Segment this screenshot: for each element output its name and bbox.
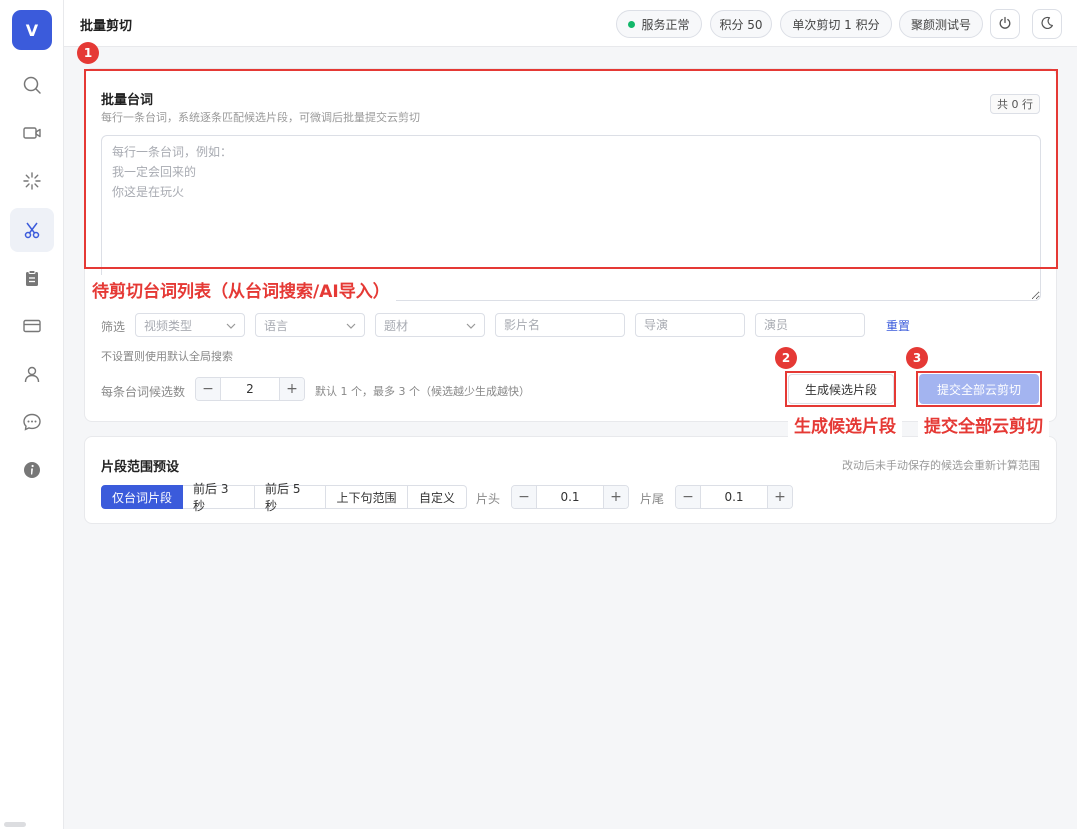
- head-value[interactable]: 0.1: [536, 486, 604, 508]
- head-stepper[interactable]: − 0.1 +: [511, 485, 629, 509]
- theme-toggle-button[interactable]: [1032, 9, 1062, 39]
- sidebar-scrollbar[interactable]: [4, 822, 26, 827]
- app-logo[interactable]: V: [12, 10, 52, 50]
- top-header: 批量剪切 服务正常 积分 50 单次剪切 1 积分 聚颜测试号: [64, 0, 1077, 47]
- candidates-label: 每条台词候选数: [101, 385, 186, 399]
- service-status-text: 服务正常: [641, 17, 690, 32]
- preset-option-3s[interactable]: 前后 3 秒: [183, 482, 255, 513]
- tail-label: 片尾: [640, 492, 665, 506]
- decrement-button[interactable]: −: [196, 378, 220, 400]
- candidates-value[interactable]: 2: [220, 378, 280, 400]
- preset-option-custom[interactable]: 自定义: [408, 485, 467, 509]
- search-icon[interactable]: [10, 63, 54, 107]
- annotation-badge-1: 1: [77, 42, 99, 64]
- range-preset-title: 片段范围预设: [101, 460, 180, 475]
- reset-button[interactable]: 重置: [886, 317, 910, 334]
- filter-note: 不设置则使用默认全局搜索: [101, 350, 233, 363]
- preset-option-adjacent-lines[interactable]: 上下句范围: [326, 485, 408, 509]
- annotation-label-3: 提交全部云剪切: [918, 410, 1049, 439]
- range-preset-card: 片段范围预设 改动后未手动保存的候选会重新计算范围 仅台词片段 前后 3 秒 前…: [84, 436, 1057, 524]
- chevron-down-icon: [346, 318, 356, 332]
- tail-value[interactable]: 0.1: [700, 486, 768, 508]
- cost-badge: 单次剪切 1 积分: [780, 10, 892, 38]
- logout-button[interactable]: [990, 9, 1020, 39]
- tail-stepper[interactable]: − 0.1 +: [675, 485, 793, 509]
- batch-lines-card: 批量台词 每行一条台词，系统逐条匹配候选片段，可微调后批量提交云剪切 共 0 行…: [84, 68, 1057, 422]
- chat-icon[interactable]: [10, 400, 54, 444]
- annotation-label-2: 生成候选片段: [788, 410, 902, 439]
- filter-label: 筛选: [101, 320, 126, 334]
- service-status-badge: 服务正常: [616, 10, 702, 38]
- preset-option-5s[interactable]: 前后 5 秒: [255, 482, 326, 513]
- batch-lines-subtitle: 每行一条台词，系统逐条匹配候选片段，可微调后批量提交云剪切: [101, 111, 420, 124]
- account-text: 聚颜测试号: [910, 17, 971, 32]
- annotation-label-1: 待剪切台词列表（从台词搜索/AI导入）: [86, 275, 396, 304]
- scissors-icon[interactable]: [10, 208, 54, 252]
- generate-candidates-button[interactable]: 生成候选片段: [788, 374, 894, 404]
- points-badge: 积分 50: [710, 10, 772, 38]
- user-icon[interactable]: [10, 352, 54, 396]
- increment-button[interactable]: +: [768, 486, 792, 508]
- card-icon[interactable]: [10, 304, 54, 348]
- language-select[interactable]: 语言: [255, 313, 365, 337]
- movie-name-input[interactable]: [495, 313, 625, 337]
- batch-lines-title: 批量台词: [101, 93, 154, 108]
- director-input[interactable]: [635, 313, 745, 337]
- line-count-badge: 共 0 行: [990, 94, 1040, 114]
- status-dot: [628, 20, 636, 28]
- chevron-down-icon: [226, 318, 236, 332]
- annotation-badge-2: 2: [775, 347, 797, 369]
- candidates-note: 默认 1 个，最多 3 个（候选越少生成越快）: [315, 385, 530, 398]
- sidebar: V: [0, 0, 64, 829]
- info-icon[interactable]: [10, 448, 54, 492]
- head-label: 片头: [476, 492, 501, 506]
- decrement-button[interactable]: −: [676, 486, 700, 508]
- clipboard-icon[interactable]: [10, 256, 54, 300]
- video-type-placeholder: 视频类型: [144, 318, 193, 333]
- subject-select[interactable]: 题材: [375, 313, 485, 337]
- cost-text: 单次剪切 1 积分: [792, 17, 880, 32]
- decrement-button[interactable]: −: [512, 486, 536, 508]
- chevron-down-icon: [466, 318, 476, 332]
- preset-option-lines-only[interactable]: 仅台词片段: [101, 485, 183, 509]
- account-badge[interactable]: 聚颜测试号: [899, 10, 983, 38]
- moon-icon: [1040, 16, 1054, 33]
- power-icon: [998, 16, 1012, 33]
- language-placeholder: 语言: [264, 318, 289, 333]
- points-text: 积分 50: [719, 17, 763, 32]
- submit-cloud-cut-button[interactable]: 提交全部云剪切: [919, 374, 1039, 404]
- candidates-stepper[interactable]: − 2 +: [195, 377, 305, 401]
- video-type-select[interactable]: 视频类型: [135, 313, 245, 337]
- actor-input[interactable]: [755, 313, 865, 337]
- range-preset-segmented: 仅台词片段 前后 3 秒 前后 5 秒 上下句范围 自定义: [101, 482, 467, 513]
- video-icon[interactable]: [10, 111, 54, 155]
- annotation-badge-3: 3: [906, 347, 928, 369]
- subject-placeholder: 题材: [384, 318, 409, 333]
- increment-button[interactable]: +: [604, 486, 628, 508]
- loading-spark-icon[interactable]: [10, 159, 54, 203]
- range-preset-hint: 改动后未手动保存的候选会重新计算范围: [842, 459, 1040, 472]
- increment-button[interactable]: +: [280, 378, 304, 400]
- page-title: 批量剪切: [80, 19, 133, 34]
